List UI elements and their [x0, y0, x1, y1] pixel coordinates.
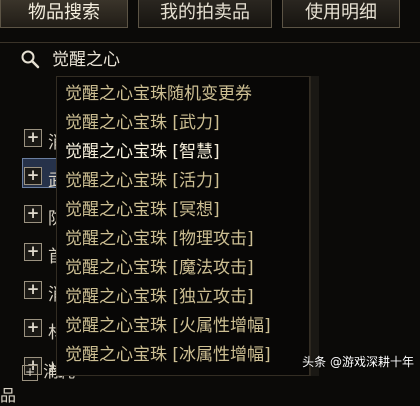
expand-icon[interactable]: + [24, 319, 42, 337]
expand-icon[interactable]: + [24, 167, 42, 185]
tab-bar: 物品搜索 我的拍卖品 使用明细 [0, 0, 420, 32]
suggestion-item[interactable]: 觉醒之心宝珠随机变更券 [65, 81, 309, 107]
suggestion-item[interactable]: 觉醒之心宝珠 [物理攻击] [65, 226, 309, 252]
suggestion-item[interactable]: 觉醒之心宝珠 [魔法攻击] [65, 255, 309, 281]
category-row[interactable]: + 材 [0, 316, 62, 343]
category-row[interactable]: + 防 [0, 202, 62, 229]
tab-usage-details[interactable]: 使用明细 [282, 0, 400, 28]
category-row[interactable] [0, 86, 60, 112]
category-row[interactable]: + 首 [0, 240, 62, 267]
suggestion-item[interactable]: 觉醒之心宝珠 [冰属性增幅] [65, 342, 309, 368]
suggestion-item[interactable]: 觉醒之心宝珠 [活力] [65, 168, 309, 194]
tab-my-auctions[interactable]: 我的拍卖品 [138, 0, 272, 28]
tab-item-search[interactable]: 物品搜索 [0, 0, 128, 28]
category-row[interactable]: + 消 [0, 126, 62, 153]
search-bar [0, 42, 420, 71]
watermark: 头条 @游戏深耕十年 [302, 355, 414, 369]
category-panel: + 消 + 武 + 防 + 首 + 消 + 材 + 材 [0, 72, 62, 381]
suggestion-item[interactable]: 觉醒之心宝珠 [独立攻击] [65, 284, 309, 310]
expand-icon[interactable]: + [22, 364, 38, 381]
suggestion-item[interactable]: 觉醒之心宝珠 [武力] [65, 110, 309, 136]
category-row[interactable]: + 消 [0, 278, 62, 305]
autocomplete-dropdown: 觉醒之心宝珠随机变更券 觉醒之心宝珠 [武力] 觉醒之心宝珠 [智慧] 觉醒之心… [56, 76, 310, 376]
search-icon[interactable] [20, 49, 40, 69]
expand-icon[interactable]: + [24, 281, 42, 299]
expand-icon[interactable]: + [24, 129, 42, 147]
suggestion-item[interactable]: 觉醒之心宝珠 [智慧] [65, 139, 309, 165]
expand-icon[interactable]: + [24, 243, 42, 261]
expand-icon[interactable]: + [24, 205, 42, 223]
dropdown-scrollbar[interactable] [310, 76, 319, 376]
category-row[interactable]: + 武 [0, 164, 62, 191]
search-input[interactable] [44, 45, 420, 69]
suggestion-item[interactable]: 觉醒之心宝珠 [火属性增幅] [65, 313, 309, 339]
suggestion-item[interactable]: 觉醒之心宝珠 [冥想] [65, 197, 309, 223]
